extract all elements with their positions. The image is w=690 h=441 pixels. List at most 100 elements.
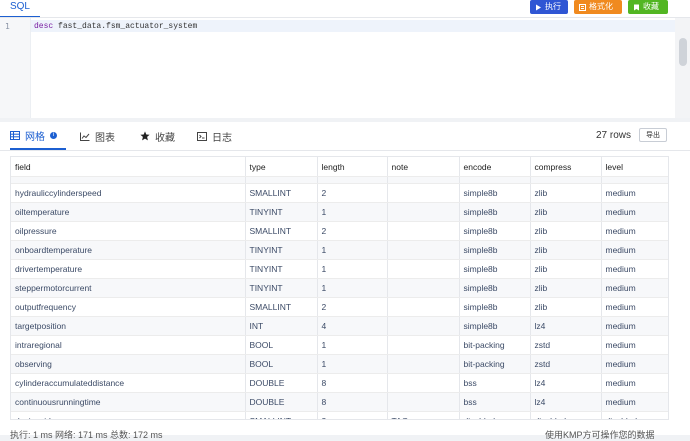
tab-grid[interactable]: 网格 i bbox=[10, 122, 66, 150]
results-table-wrapper[interactable]: field type length note encode compress l… bbox=[10, 156, 669, 420]
table-row[interactable]: observing BOOL 1 bit-packing zstd medium bbox=[11, 354, 668, 374]
save-favorite-button[interactable]: 收藏 bbox=[628, 0, 668, 14]
table-cell-encode: simple8b bbox=[459, 183, 531, 203]
table-cell-length: 2 bbox=[317, 297, 388, 317]
table-cell-note bbox=[387, 297, 460, 317]
table-row[interactable]: drivertemperature TINYINT 1 simple8b zlib med… bbox=[11, 259, 668, 279]
tab-sql[interactable]: SQL bbox=[0, 0, 40, 18]
column-header[interactable]: note bbox=[387, 157, 460, 177]
table-cell-compress: lz4 bbox=[530, 373, 602, 393]
table-cell-encode: simple8b bbox=[459, 202, 531, 222]
table-header-row: field type length note encode compress l… bbox=[11, 157, 668, 177]
star-icon bbox=[140, 131, 150, 141]
column-header[interactable]: field bbox=[11, 157, 246, 177]
column-header[interactable]: compress bbox=[530, 157, 602, 177]
tab-chart[interactable]: 图表 bbox=[80, 122, 132, 150]
table-cell-length: 8 bbox=[317, 392, 388, 412]
table-cell-type: BOOL bbox=[245, 335, 318, 355]
table-cell-level: medium bbox=[601, 240, 668, 260]
line-gutter bbox=[0, 18, 31, 118]
table-cell-field: observing bbox=[11, 354, 246, 374]
table-cell-field: onboardtemperature bbox=[11, 240, 246, 260]
format-button[interactable]: 格式化 bbox=[574, 0, 622, 14]
table-cell-encode: simple8b bbox=[459, 259, 531, 279]
table-cell-length: 1 bbox=[317, 278, 388, 298]
table-cell-compress: zstd bbox=[530, 354, 602, 374]
table-row[interactable]: steppermotorcurrent TINYINT 1 simple8b zlib m… bbox=[11, 278, 668, 298]
table-cell-encode: simple8b bbox=[459, 240, 531, 260]
table-cell-field: device_id bbox=[11, 411, 246, 419]
table-row[interactable]: oiltemperature TINYINT 1 simple8b zlib medium bbox=[11, 202, 668, 222]
column-header[interactable]: length bbox=[317, 157, 388, 177]
table-cell-compress: lz4 bbox=[530, 316, 602, 336]
info-icon: i bbox=[50, 131, 57, 139]
table-cell-encode: simple8b bbox=[459, 278, 531, 298]
results-table: field type length note encode compress l… bbox=[11, 157, 668, 419]
table-cell-note bbox=[387, 259, 460, 279]
table-cell-compress: zlib bbox=[530, 259, 602, 279]
table-cell-note bbox=[387, 354, 460, 374]
table-cell-note bbox=[387, 183, 460, 203]
editor-scroll-thumb[interactable] bbox=[679, 38, 687, 66]
table-row[interactable]: hydrauliccylinderspeed SMALLINT 2 simple8b z… bbox=[11, 183, 668, 203]
table-row[interactable]: outputfrequency SMALLINT 2 simple8b zlib medi… bbox=[11, 297, 668, 317]
table-cell-compress: zlib bbox=[530, 221, 602, 241]
table-row[interactable]: oilpressure SMALLINT 2 simple8b zlib medium bbox=[11, 221, 668, 241]
export-button[interactable]: 导出 bbox=[639, 128, 667, 142]
line-number: 1 bbox=[5, 22, 10, 31]
table-row[interactable]: targetposition INT 4 simple8b lz4 medium bbox=[11, 316, 668, 336]
table-cell-note bbox=[387, 240, 460, 260]
table-cell-type: SMALLINT bbox=[245, 221, 318, 241]
table-cell bbox=[317, 176, 388, 184]
table-cell-length: 2 bbox=[317, 221, 388, 241]
table-cell-field: hydrauliccylinderspeed bbox=[11, 183, 246, 203]
table-cell-type: TINYINT bbox=[245, 240, 318, 260]
table-cell-length: 1 bbox=[317, 240, 388, 260]
table-cell-level: medium bbox=[601, 202, 668, 222]
table-cell-encode: simple8b bbox=[459, 297, 531, 317]
terminal-icon bbox=[197, 131, 207, 141]
table-body: hydrauliccylinderspeed SMALLINT 2 simple8b z… bbox=[11, 176, 668, 419]
table-cell-note bbox=[387, 335, 460, 355]
table-cell-compress: disabled bbox=[530, 411, 602, 419]
table-cell-encode: simple8b bbox=[459, 221, 531, 241]
table-cell-compress: zlib bbox=[530, 278, 602, 298]
table-cell-type: BOOL bbox=[245, 354, 318, 374]
table-row[interactable]: intraregional BOOL 1 bit-packing zstd medium bbox=[11, 335, 668, 355]
editor-scrollbar[interactable] bbox=[675, 18, 690, 118]
column-header[interactable]: type bbox=[245, 157, 318, 177]
table-cell-level: medium bbox=[601, 297, 668, 317]
run-icon bbox=[536, 4, 541, 10]
table-row[interactable]: continuousrunningtime DOUBLE 8 bss lz4 medium bbox=[11, 392, 668, 412]
results-panel: 网格 i 图表 收藏 日志 27 rows 导出 field type leng… bbox=[0, 122, 690, 440]
table-cell-level: medium bbox=[601, 183, 668, 203]
table-cell-length: 2 bbox=[317, 411, 388, 419]
table-cell-type: INT bbox=[245, 316, 318, 336]
column-header[interactable]: encode bbox=[459, 157, 531, 177]
table-cell-compress: lz4 bbox=[530, 392, 602, 412]
table-cell-field: intraregional bbox=[11, 335, 246, 355]
table-row[interactable]: onboardtemperature TINYINT 1 simple8b zlib me… bbox=[11, 240, 668, 260]
grid-icon bbox=[10, 130, 20, 140]
format-icon bbox=[579, 3, 586, 11]
table-cell-note: TAG bbox=[387, 411, 460, 419]
table-cell-length: 1 bbox=[317, 354, 388, 374]
column-header[interactable]: level bbox=[601, 157, 668, 177]
sql-code-line[interactable]: desc fast_data.fsm_actuator_system bbox=[34, 22, 197, 31]
table-cell bbox=[530, 176, 602, 184]
tab-favorites[interactable]: 收藏 bbox=[140, 122, 192, 150]
table-cell-type: TINYINT bbox=[245, 259, 318, 279]
table-cell-level: medium bbox=[601, 221, 668, 241]
table-cell-level: medium bbox=[601, 259, 668, 279]
table-cell-level: medium bbox=[601, 316, 668, 336]
table-cell bbox=[11, 176, 246, 184]
table-cell-type: TINYINT bbox=[245, 202, 318, 222]
table-cell-length: 1 bbox=[317, 259, 388, 279]
table-row[interactable]: device_idSMALLINT2TAGdisableddisableddis… bbox=[11, 411, 668, 419]
tab-log[interactable]: 日志 bbox=[197, 122, 249, 150]
table-cell-length: 1 bbox=[317, 335, 388, 355]
rows-count: 27 rows bbox=[596, 130, 632, 141]
run-button[interactable]: 执行 bbox=[530, 0, 568, 14]
table-row[interactable]: cylinderaccumulateddistance DOUBLE 8 bss lz4… bbox=[11, 373, 668, 393]
chart-icon bbox=[80, 132, 90, 141]
